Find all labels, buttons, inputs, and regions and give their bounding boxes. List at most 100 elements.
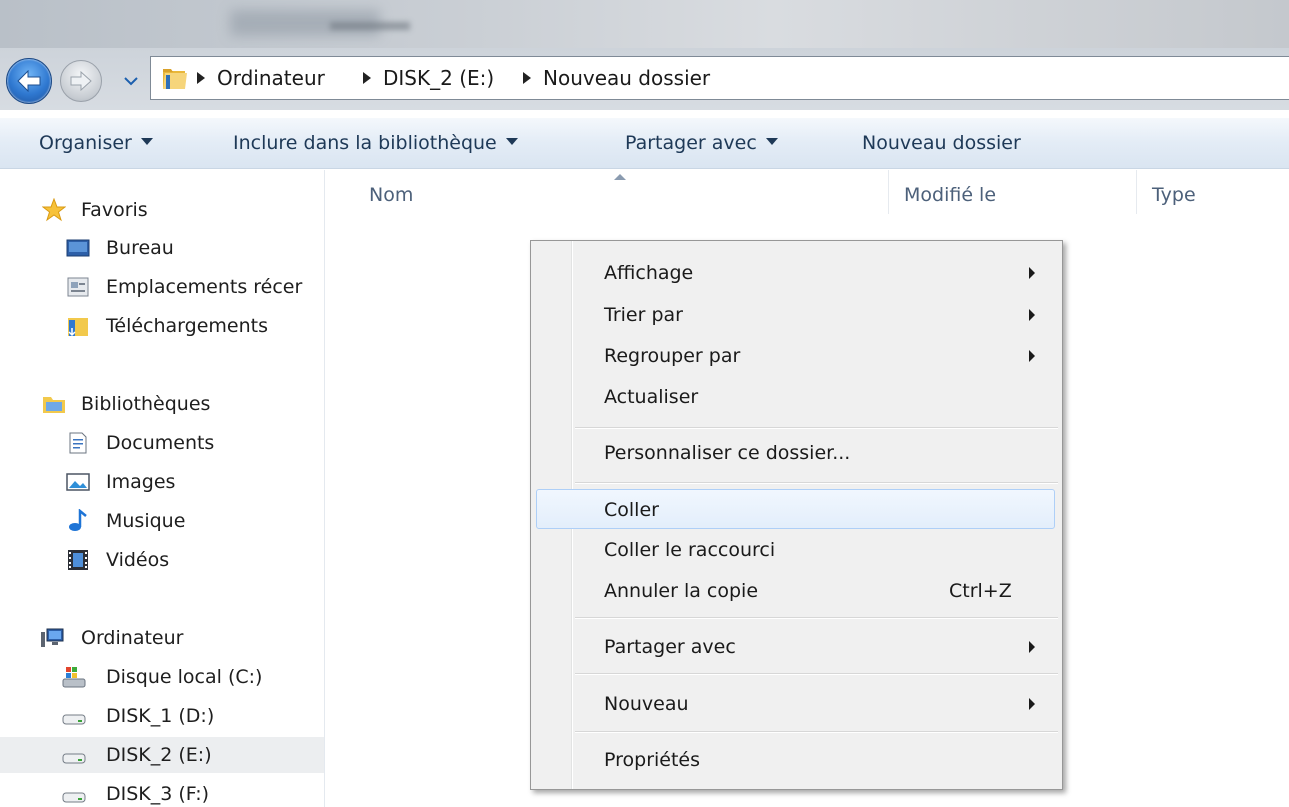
recent-places-icon [67, 277, 89, 297]
sidebar-item-bureau[interactable]: Bureau [0, 230, 325, 266]
menu-item-sort-by[interactable]: Trier par [531, 295, 1062, 335]
menu-item-label: Propriétés [604, 749, 701, 771]
organize-label: Organiser [39, 132, 132, 154]
breadcrumb-item[interactable]: Ordinateur [197, 57, 325, 99]
chevron-down-icon [505, 138, 518, 145]
include-library-button[interactable]: Inclure dans la bibliothèque [233, 118, 518, 168]
recent-locations-dropdown[interactable] [120, 70, 142, 92]
menu-item-label: Nouveau [604, 693, 689, 715]
column-header-type[interactable]: Type [1152, 170, 1196, 220]
submenu-arrow-icon [1029, 350, 1035, 362]
window-title-bar [0, 0, 1289, 50]
sidebar-item-drive-e[interactable]: DISK_2 (E:) [0, 737, 325, 773]
sidebar-item-downloads[interactable]: Téléchargements [0, 308, 325, 344]
address-bar[interactable]: Ordinateur DISK_2 (E:) Nouveau dossier [150, 56, 1289, 100]
menu-separator [575, 731, 1058, 733]
sort-ascending-icon [614, 174, 626, 180]
breadcrumb-item[interactable]: Nouveau dossier [523, 57, 710, 99]
music-icon [69, 509, 87, 531]
back-button[interactable] [6, 58, 52, 104]
sidebar-group-label: Bibliothèques [81, 393, 211, 415]
blurred-title-area [330, 22, 410, 30]
column-header-name[interactable]: Nom [369, 170, 413, 220]
menu-item-group-by[interactable]: Regrouper par [531, 336, 1062, 376]
breadcrumb-label[interactable]: Ordinateur [217, 66, 325, 90]
menu-item-label: Annuler la copie [604, 580, 759, 602]
column-divider[interactable] [1136, 170, 1137, 214]
back-arrow-icon [17, 70, 41, 92]
sidebar-item-label: Disque local (C:) [106, 666, 263, 688]
menu-item-share-with[interactable]: Partager avec [531, 627, 1062, 667]
include-library-label: Inclure dans la bibliothèque [233, 132, 497, 154]
drive-icon [62, 792, 86, 803]
sidebar-item-recent-places[interactable]: Emplacements récer [0, 269, 325, 305]
menu-item-customize-folder[interactable]: Personnaliser ce dossier... [531, 433, 1062, 473]
forward-button[interactable] [60, 60, 102, 102]
context-menu: Affichage Trier par Regrouper par Actual… [530, 240, 1063, 790]
menu-item-label: Coller le raccourci [604, 539, 776, 561]
system-drive-icon [62, 667, 86, 688]
desktop-icon [66, 239, 90, 257]
menu-separator [575, 617, 1058, 619]
chevron-down-icon [140, 138, 153, 145]
menu-item-label: Trier par [604, 304, 683, 326]
menu-separator [575, 427, 1058, 429]
column-header-modified[interactable]: Modifié le [904, 170, 996, 220]
sidebar-item-label: DISK_2 (E:) [106, 744, 212, 766]
menu-item-undo-copy[interactable]: Annuler la copie Ctrl+Z [531, 571, 1062, 611]
share-with-button[interactable]: Partager avec [625, 118, 778, 168]
menu-item-view[interactable]: Affichage [531, 253, 1062, 293]
menu-separator [575, 673, 1058, 675]
documents-icon [69, 432, 87, 454]
submenu-arrow-icon [1029, 309, 1035, 321]
chevron-down-icon [124, 77, 138, 86]
menu-separator [575, 482, 1058, 484]
sidebar-item-label: DISK_1 (D:) [106, 705, 215, 727]
menu-item-properties[interactable]: Propriétés [531, 740, 1062, 780]
sidebar-item-drive-f[interactable]: DISK_3 (F:) [0, 776, 325, 807]
sidebar-item-drive-d[interactable]: DISK_1 (D:) [0, 698, 325, 734]
organize-button[interactable]: Organiser [39, 118, 153, 168]
menu-item-refresh[interactable]: Actualiser [531, 377, 1062, 417]
menu-item-paste[interactable]: Coller [536, 489, 1055, 529]
sidebar-group-libraries[interactable]: Bibliothèques [0, 386, 325, 422]
breadcrumb-separator-icon[interactable] [197, 71, 205, 84]
command-bar: Organiser Inclure dans la bibliothèque P… [0, 118, 1289, 169]
star-icon [42, 198, 66, 222]
videos-icon [68, 550, 88, 570]
submenu-arrow-icon [1029, 267, 1035, 279]
new-folder-label: Nouveau dossier [862, 132, 1021, 154]
sidebar-item-documents[interactable]: Documents [0, 425, 325, 461]
submenu-arrow-icon [1029, 641, 1035, 653]
menu-item-label: Coller [604, 499, 659, 521]
sidebar-group-label: Favoris [81, 199, 148, 221]
sidebar-item-label: Téléchargements [106, 315, 268, 337]
column-divider[interactable] [888, 170, 889, 214]
sidebar-group-computer[interactable]: Ordinateur [0, 620, 325, 656]
menu-item-label: Partager avec [604, 636, 736, 658]
breadcrumb-label[interactable]: Nouveau dossier [543, 66, 710, 90]
navigation-pane: Favoris Bureau Emplacements récer Téléch… [0, 170, 325, 807]
images-icon [66, 473, 90, 491]
breadcrumb-separator-icon[interactable] [523, 71, 531, 84]
computer-icon [41, 628, 64, 647]
sidebar-item-drive-c[interactable]: Disque local (C:) [0, 659, 325, 695]
breadcrumb-separator-icon[interactable] [363, 71, 371, 84]
sidebar-item-label: Vidéos [106, 549, 170, 571]
chevron-down-icon [765, 138, 778, 145]
sidebar-item-videos[interactable]: Vidéos [0, 542, 325, 578]
menu-item-new[interactable]: Nouveau [531, 684, 1062, 724]
breadcrumb-item[interactable]: DISK_2 (E:) [363, 57, 494, 99]
folder-icon [163, 69, 187, 89]
new-folder-button[interactable]: Nouveau dossier [862, 118, 1021, 168]
share-with-label: Partager avec [625, 132, 757, 154]
drive-icon [62, 753, 86, 764]
breadcrumb-label[interactable]: DISK_2 (E:) [383, 66, 494, 90]
menu-item-shortcut: Ctrl+Z [949, 580, 1012, 602]
sidebar-item-images[interactable]: Images [0, 464, 325, 500]
sidebar-group-favorites[interactable]: Favoris [0, 192, 325, 228]
sidebar-item-music[interactable]: Musique [0, 503, 325, 539]
menu-item-label: Personnaliser ce dossier... [604, 442, 851, 464]
menu-item-paste-shortcut[interactable]: Coller le raccourci [531, 530, 1062, 570]
sidebar-item-label: Musique [106, 510, 186, 532]
